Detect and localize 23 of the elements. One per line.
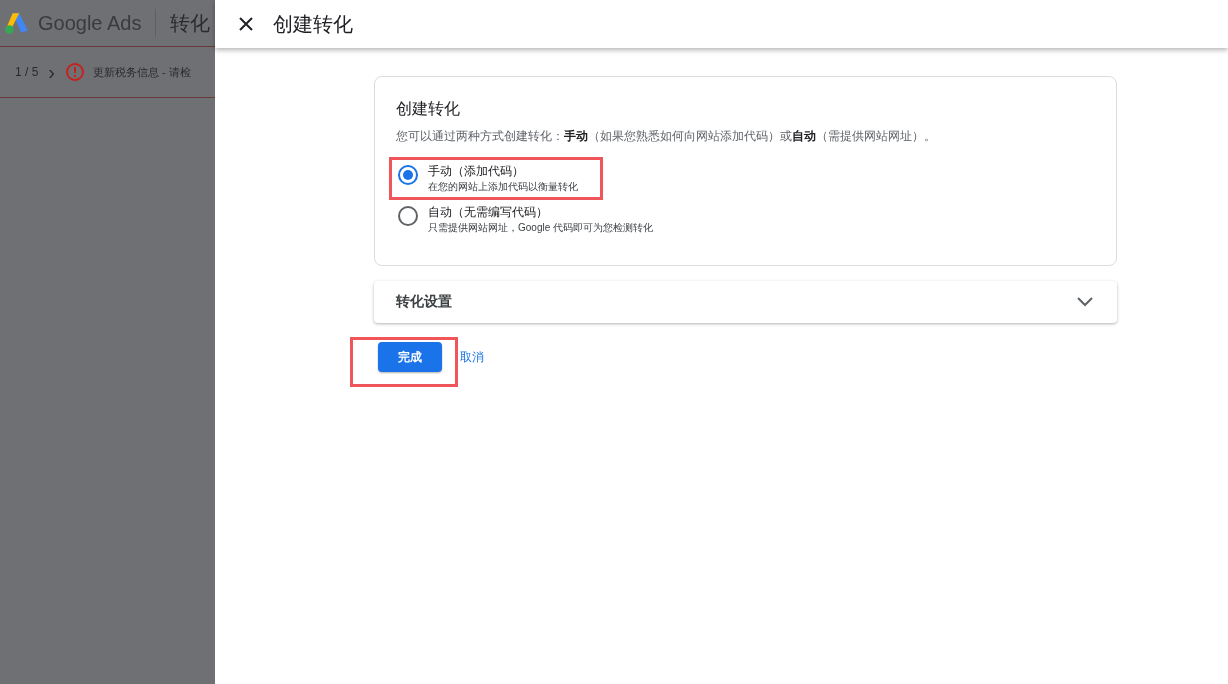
drawer-title: 创建转化 xyxy=(273,11,353,37)
card-heading: 创建转化 xyxy=(396,99,461,119)
cancel-link[interactable]: 取消 xyxy=(456,342,488,372)
option-description: 在您的网站上添加代码以衡量转化 xyxy=(428,180,578,194)
done-button[interactable]: 完成 xyxy=(378,342,442,372)
option-label: 自动（无需编写代码） xyxy=(428,204,549,221)
error-icon xyxy=(65,62,86,82)
option-description: 只需提供网站网址，Google 代码即可为您检测转化 xyxy=(428,221,654,235)
option-row[interactable]: 自动（无需编写代码） 只需提供网站网址，Google 代码即可为您检测转化 xyxy=(389,198,664,241)
logo-icon xyxy=(4,11,30,35)
panel-title: 转化设置 xyxy=(396,293,452,311)
intro-text: 您可以通过两种方式创建转化：手动（如果您熟悉如何向网站添加代码）或自动（需提供网站网址）。 xyxy=(396,128,937,145)
option-label: 手动（添加代码） xyxy=(428,163,525,180)
notice-text: 更新税务信息 - 请检 xyxy=(93,64,191,80)
option-row[interactable]: 手动（添加代码） 在您的网站上添加代码以衡量转化 xyxy=(389,157,603,200)
settings-panel[interactable]: 转化设置 xyxy=(374,281,1117,323)
page-title: 转化 xyxy=(170,10,211,36)
radio-button[interactable] xyxy=(398,206,418,226)
chevron-icon xyxy=(1077,297,1093,307)
close-icon xyxy=(239,17,253,31)
close-button[interactable] xyxy=(237,15,255,33)
radio-button[interactable] xyxy=(398,165,418,185)
notice-counter: 1 / 5 xyxy=(15,65,39,79)
